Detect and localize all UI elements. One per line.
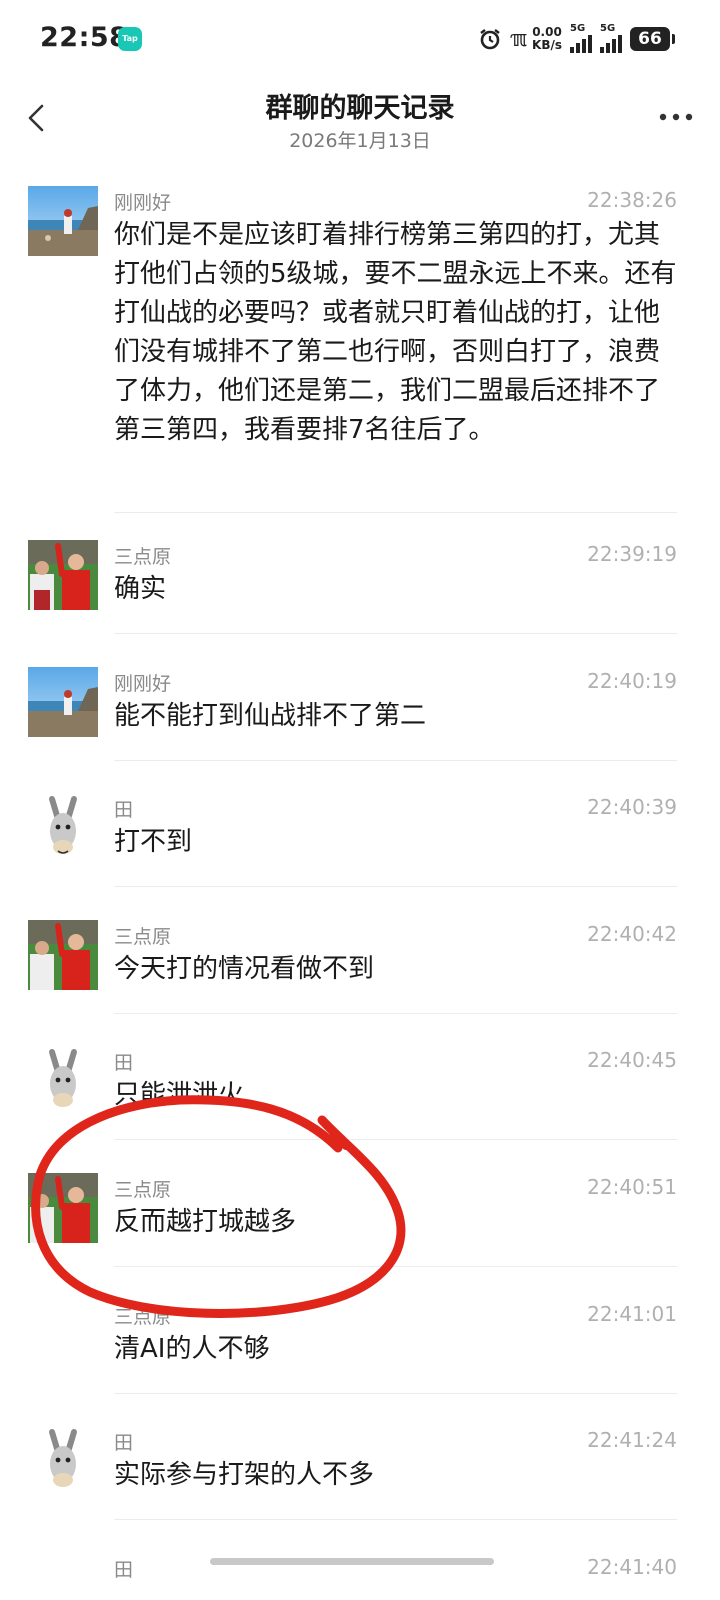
more-options-icon[interactable] — [658, 112, 694, 122]
alarm-icon — [479, 29, 500, 50]
message-text: 只能泄泄火 — [114, 1080, 245, 1110]
status-indicators: ℼ 0.00 KB/s 5G 5G 66 — [478, 22, 675, 56]
battery-icon: 66 — [630, 27, 675, 51]
divider — [114, 1139, 677, 1140]
message-text: 实际参与打架的人不多 — [114, 1460, 375, 1490]
message-time: 22:41:40 — [587, 1555, 677, 1579]
divider — [114, 886, 677, 887]
status-bar: 22:58 Tap ℼ 0.00 KB/s 5G 5G 66 — [0, 0, 720, 76]
chat-history-header: 群聊的聊天记录 2026年1月13日 — [0, 76, 720, 164]
avatar-beach[interactable] — [28, 186, 98, 256]
page-date: 2026年1月13日 — [289, 130, 431, 152]
message-text: 反而越打城越多 — [114, 1207, 297, 1237]
divider — [114, 1266, 677, 1267]
sender-name: 三点原 — [114, 546, 172, 568]
signal-2-label: 5G — [600, 23, 616, 34]
sender-name: 三点原 — [114, 926, 172, 948]
divider — [114, 512, 677, 513]
message-time: 22:40:19 — [587, 669, 677, 693]
divider — [114, 1013, 677, 1014]
avatar-referee[interactable] — [28, 1173, 98, 1243]
network-speed-unit: KB/s — [532, 38, 562, 52]
message-time: 22:40:42 — [587, 922, 677, 946]
message-text: 你们是不是应该盯着排行榜第三第四的打，尤其打他们占领的5级城，要不二盟永远上不来… — [114, 220, 677, 445]
message-text: 能不能打到仙战排不了第二 — [114, 701, 427, 731]
tap-app-icon: Tap — [118, 27, 142, 51]
avatar-referee[interactable] — [28, 920, 98, 990]
page-title: 群聊的聊天记录 — [265, 93, 455, 124]
message-time: 22:39:19 — [587, 542, 677, 566]
message-time: 22:40:45 — [587, 1048, 677, 1072]
avatar-donkey[interactable] — [28, 793, 98, 863]
avatar-donkey[interactable] — [28, 1046, 98, 1116]
home-indicator[interactable] — [210, 1558, 494, 1565]
signal-2-icon: 5G — [600, 23, 622, 53]
divider — [114, 633, 677, 634]
sender-name: 刚刚好 — [114, 192, 172, 214]
sender-name: 田 — [114, 1432, 134, 1454]
network-speed: 0.00 KB/s — [532, 26, 562, 52]
divider — [114, 1393, 677, 1394]
sender-name: 三点原 — [114, 1306, 172, 1328]
divider — [114, 1519, 677, 1520]
message-text: 打不到 — [114, 827, 193, 857]
signal-1-label: 5G — [570, 23, 586, 34]
message-time: 22:38:26 — [587, 188, 677, 212]
divider — [114, 760, 677, 761]
message-text: 确实 — [114, 574, 167, 604]
status-time: 22:58 — [40, 22, 129, 53]
sender-name: 田 — [114, 1559, 134, 1581]
sender-name: 三点原 — [114, 1179, 172, 1201]
sender-name: 刚刚好 — [114, 673, 172, 695]
avatar-beach[interactable] — [28, 667, 98, 737]
message-text: 今天打的情况看做不到 — [114, 954, 375, 984]
message-time: 22:40:51 — [587, 1175, 677, 1199]
message-time: 22:40:39 — [587, 795, 677, 819]
sender-name: 田 — [114, 1052, 134, 1074]
message-text: 清AI的人不够 — [114, 1334, 270, 1364]
avatar-donkey[interactable] — [28, 1426, 98, 1496]
message-time: 22:41:01 — [587, 1302, 677, 1326]
sender-name: 田 — [114, 799, 134, 821]
avatar-referee[interactable] — [28, 540, 98, 610]
signal-1-icon: 5G — [570, 23, 592, 53]
nfc-icon: ℼ — [509, 26, 527, 52]
message-time: 22:41:24 — [587, 1428, 677, 1452]
